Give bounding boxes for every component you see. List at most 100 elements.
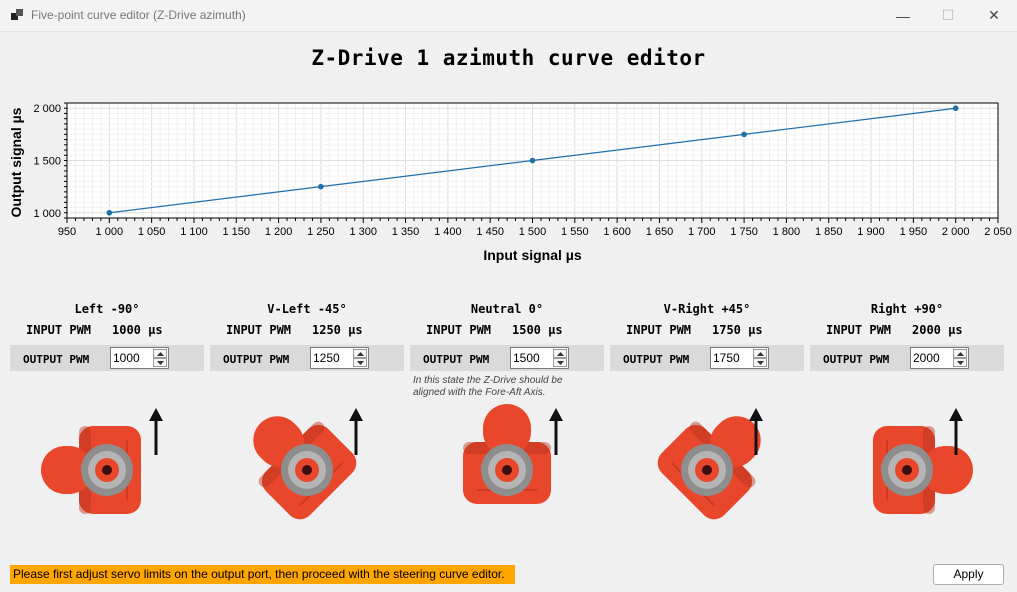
title-bar: Five-point curve editor (Z-Drive azimuth… <box>0 0 1017 32</box>
y-tick-label: 1 500 <box>33 156 61 168</box>
output-pwm-input[interactable] <box>911 348 953 368</box>
input-pwm-value: 2000 µs <box>912 323 963 337</box>
caret-up-icon <box>156 351 164 356</box>
curve-point[interactable] <box>318 183 324 190</box>
x-tick-label: 1 500 <box>519 226 547 238</box>
caret-up-icon <box>956 351 964 356</box>
position-name: Neutral 0° <box>470 302 544 316</box>
input-pwm-value: 1750 µs <box>712 323 763 337</box>
x-tick-label: 1 300 <box>349 226 377 238</box>
input-pwm-value: 1250 µs <box>312 323 363 337</box>
caret-down-icon <box>756 360 764 365</box>
caret-down-icon <box>156 360 164 365</box>
position-panel: Left -90° INPUT PWM 1000 µs OUTPUT PWM <box>10 300 204 550</box>
forward-arrow-icon <box>349 408 363 455</box>
x-tick-label: 1 050 <box>138 226 166 238</box>
x-tick-label: 1 450 <box>476 226 504 238</box>
output-pwm-label: OUTPUT PWM <box>223 353 290 366</box>
x-tick-label: 2 050 <box>984 226 1012 238</box>
steering-hub <box>681 444 733 496</box>
x-tick-label: 1 900 <box>857 226 885 238</box>
warning-message: Please first adjust servo limits on the … <box>10 565 515 584</box>
x-tick-label: 2 000 <box>942 226 970 238</box>
stepper-up-button[interactable] <box>753 349 767 358</box>
close-button[interactable]: ✕ <box>971 0 1017 31</box>
window-title: Five-point curve editor (Z-Drive azimuth… <box>31 8 246 22</box>
x-tick-label: 1 550 <box>561 226 589 238</box>
stepper-down-button[interactable] <box>353 358 367 367</box>
caret-up-icon <box>756 351 764 356</box>
curve-point[interactable] <box>106 209 113 216</box>
output-pwm-input[interactable] <box>511 348 553 368</box>
editor-title: Z-Drive 1 azimuth curve editor <box>311 46 706 70</box>
output-pwm-stepper[interactable] <box>710 347 769 369</box>
stepper-up-button[interactable] <box>153 349 167 358</box>
minimize-button[interactable]: — <box>880 0 926 31</box>
stepper-up-button[interactable] <box>953 349 967 358</box>
x-tick-label: 950 <box>58 226 76 238</box>
output-pwm-stepper[interactable] <box>510 347 569 369</box>
alignment-note: In this state the Z-Drive should be alig… <box>413 375 563 398</box>
x-tick-label: 1 950 <box>900 226 928 238</box>
z-drive-illustration <box>810 400 1004 550</box>
curve-chart-svg[interactable]: 950 1 000 1 050 1 100 1 150 1 200 1 250 1 300 1 … <box>0 92 1017 272</box>
stepper-down-button[interactable] <box>153 358 167 367</box>
input-pwm-label: INPUT PWM <box>626 323 692 337</box>
output-pwm-input[interactable] <box>711 348 753 368</box>
stepper-down-button[interactable] <box>553 358 567 367</box>
output-pwm-row: OUTPUT PWM <box>210 345 404 371</box>
output-pwm-stepper[interactable] <box>910 347 969 369</box>
z-drive-illustration <box>10 400 204 550</box>
output-pwm-input[interactable] <box>111 348 153 368</box>
stepper-down-button[interactable] <box>753 358 767 367</box>
forward-arrow-icon <box>549 408 563 455</box>
output-pwm-row: OUTPUT PWM <box>410 345 604 371</box>
caret-up-icon <box>356 351 364 356</box>
stepper-down-button[interactable] <box>953 358 967 367</box>
output-pwm-label: OUTPUT PWM <box>23 353 90 366</box>
steering-hub <box>481 444 533 496</box>
caret-down-icon <box>956 360 964 365</box>
steering-hub <box>881 444 933 496</box>
stepper-up-button[interactable] <box>353 349 367 358</box>
output-pwm-row: OUTPUT PWM <box>10 345 204 371</box>
steering-hub <box>81 444 133 496</box>
input-pwm-label: INPUT PWM <box>226 323 292 337</box>
caret-down-icon <box>556 360 564 365</box>
z-drive-illustration <box>610 400 804 550</box>
position-panels: Left -90°INPUT PWM1000 µsOUTPUT PWMV-Lef… <box>0 300 1017 550</box>
y-axis-label: Output signal µs <box>8 107 24 217</box>
output-pwm-row: OUTPUT PWM <box>610 345 804 371</box>
app-icon <box>11 9 23 21</box>
curve-chart[interactable]: 950 1 000 1 050 1 100 1 150 1 200 1 250 1 300 1 … <box>0 92 1017 272</box>
input-pwm-label: INPUT PWM <box>426 323 492 337</box>
x-tick-label: 1 400 <box>434 226 462 238</box>
position-panel: Neutral 0° INPUT PWM 1500 µs OUTPUT PWM In t… <box>410 300 604 550</box>
x-tick-label: 1 100 <box>180 226 208 238</box>
caret-up-icon <box>556 351 564 356</box>
y-tick-label: 1 000 <box>33 208 61 220</box>
z-drive-illustration <box>210 400 404 550</box>
curve-point[interactable] <box>952 105 959 112</box>
position-panel: Right +90° INPUT PWM 2000 µs OUTPUT PWM <box>810 300 1004 550</box>
x-tick-label: 1 600 <box>603 226 631 238</box>
position-name: Right +90° <box>870 302 944 316</box>
curve-point[interactable] <box>529 157 536 164</box>
x-tick-label: 1 850 <box>815 226 843 238</box>
output-pwm-input[interactable] <box>311 348 353 368</box>
input-pwm-label: INPUT PWM <box>826 323 892 337</box>
input-pwm-value: 1500 µs <box>512 323 563 337</box>
curve-point[interactable] <box>741 131 747 138</box>
output-pwm-label: OUTPUT PWM <box>823 353 890 366</box>
x-tick-label: 1 350 <box>392 226 420 238</box>
apply-button[interactable]: Apply <box>933 564 1004 585</box>
output-pwm-stepper[interactable] <box>310 347 369 369</box>
maximize-button[interactable]: ☐ <box>925 0 971 31</box>
position-name: V-Right +45° <box>663 302 751 316</box>
input-pwm-value: 1000 µs <box>112 323 163 337</box>
x-tick-label: 1 750 <box>730 226 758 238</box>
stepper-up-button[interactable] <box>553 349 567 358</box>
z-drive-illustration <box>410 400 604 550</box>
x-tick-label: 1 150 <box>223 226 251 238</box>
output-pwm-stepper[interactable] <box>110 347 169 369</box>
